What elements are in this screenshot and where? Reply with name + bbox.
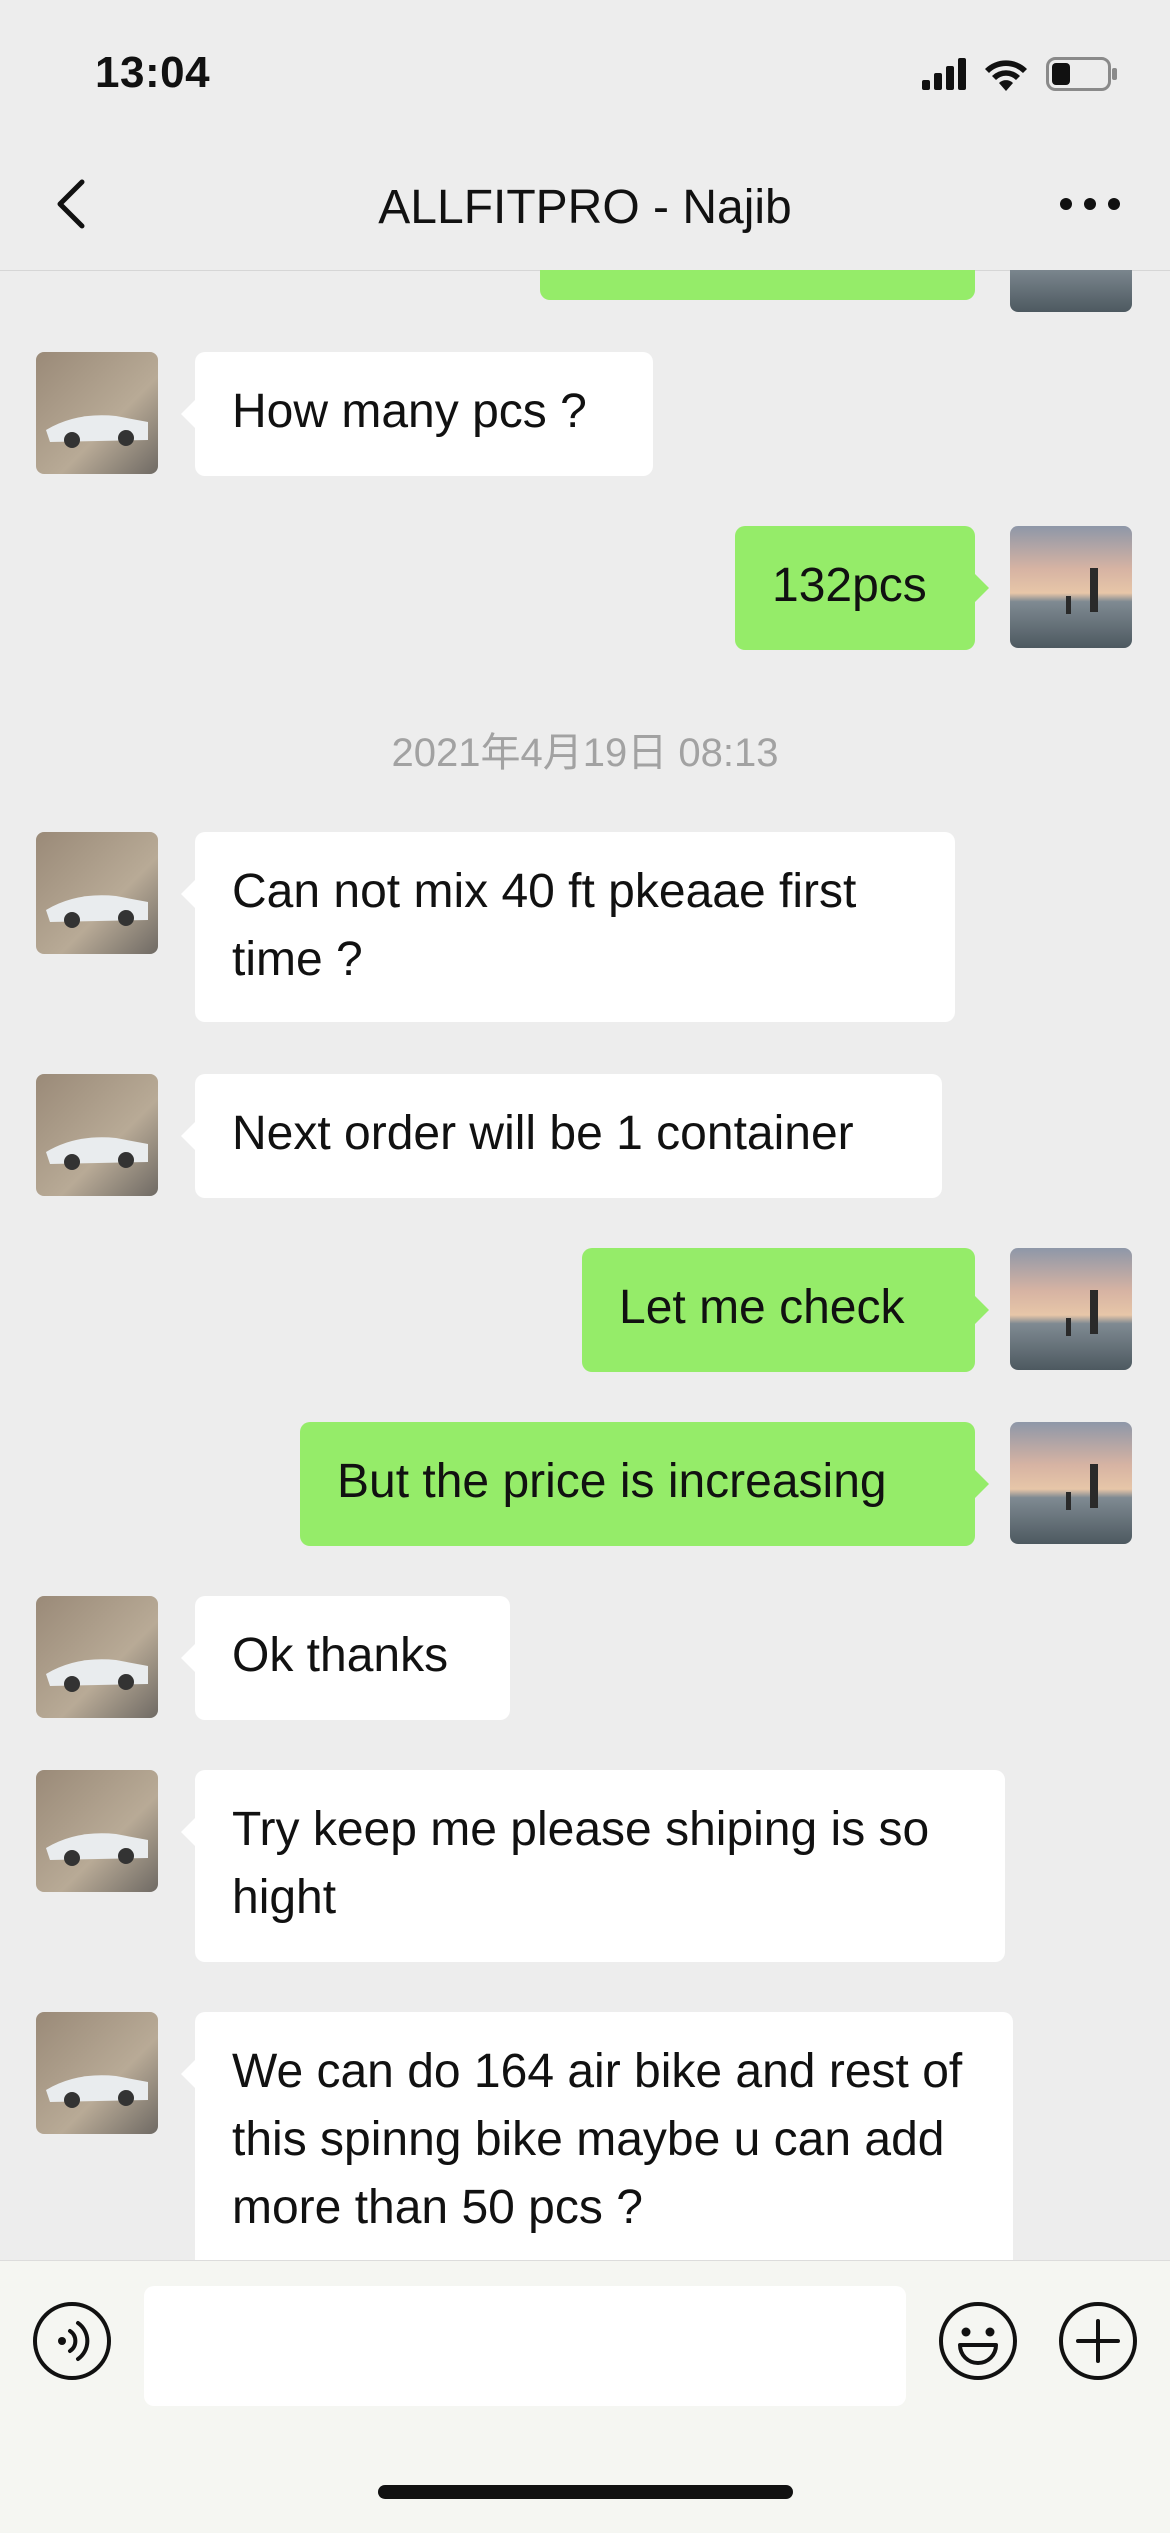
- voice-icon[interactable]: [32, 2301, 112, 2381]
- self-avatar[interactable]: [1010, 1422, 1132, 1544]
- plus-icon[interactable]: [1058, 2301, 1138, 2381]
- status-bar: 13:04: [0, 0, 1170, 140]
- cellular-signal-icon: [922, 58, 966, 90]
- chat-timestamp: 2021年4月19日 08:13: [391, 731, 779, 775]
- message-text: Next order will be 1 container: [232, 1107, 854, 1160]
- message-text: How many pcs ?: [232, 385, 587, 438]
- message-text: We can do 164 air bike and rest of this …: [232, 2045, 963, 2234]
- status-icons: [922, 52, 1118, 96]
- message-bubble-incoming[interactable]: Can not mix 40 ft pkeaae first time ?: [181, 832, 955, 1022]
- contact-avatar[interactable]: [36, 832, 158, 954]
- status-time: 13:04: [95, 48, 211, 97]
- self-avatar[interactable]: [1010, 270, 1132, 312]
- message-bubble-outgoing[interactable]: Let me check: [582, 1248, 989, 1372]
- message-text: 132pcs: [772, 559, 927, 612]
- message-bubble-incoming[interactable]: Try keep me please shiping is so hight: [181, 1770, 1005, 1962]
- battery-icon: [1046, 57, 1117, 91]
- message-bubble-incoming[interactable]: How many pcs ?: [181, 352, 653, 476]
- message-input[interactable]: [144, 2286, 906, 2406]
- chat-area[interactable]: How many pcs ? 132pcs 2021年4月19日 08:13 C…: [0, 270, 1170, 2260]
- message-bubble-outgoing[interactable]: But the price is increasing: [300, 1422, 989, 1546]
- message-bubble-outgoing[interactable]: 132pcs: [735, 526, 989, 650]
- message-text: Let me check: [619, 1281, 905, 1334]
- message-text: But the price is increasing: [337, 1455, 887, 1508]
- contact-avatar[interactable]: [36, 2012, 158, 2134]
- contact-avatar[interactable]: [36, 1596, 158, 1718]
- self-avatar[interactable]: [1010, 526, 1132, 648]
- emoji-icon[interactable]: [938, 2301, 1018, 2381]
- message-text: Can not mix 40 ft pkeaae first time ?: [232, 865, 857, 986]
- message-text: Try keep me please shiping is so hight: [232, 1803, 930, 1924]
- wifi-icon: [985, 60, 1027, 91]
- message-bubble-incoming[interactable]: We can do 164 air bike and rest of this …: [181, 2012, 1013, 2260]
- home-indicator[interactable]: [378, 2485, 793, 2499]
- message-bubble-incoming[interactable]: Ok thanks: [181, 1596, 510, 1720]
- contact-avatar[interactable]: [36, 1770, 158, 1892]
- contact-avatar[interactable]: [36, 352, 158, 474]
- contact-avatar[interactable]: [36, 1074, 158, 1196]
- message-bubble-partial: [540, 270, 975, 300]
- message-text: Ok thanks: [232, 1629, 449, 1682]
- chat-title: ALLFITPRO - Najib: [378, 181, 792, 234]
- self-avatar[interactable]: [1010, 1248, 1132, 1370]
- more-button[interactable]: [1050, 180, 1130, 228]
- nav-bar: ALLFITPRO - Najib: [0, 140, 1170, 271]
- message-bubble-incoming[interactable]: Next order will be 1 container: [181, 1074, 942, 1198]
